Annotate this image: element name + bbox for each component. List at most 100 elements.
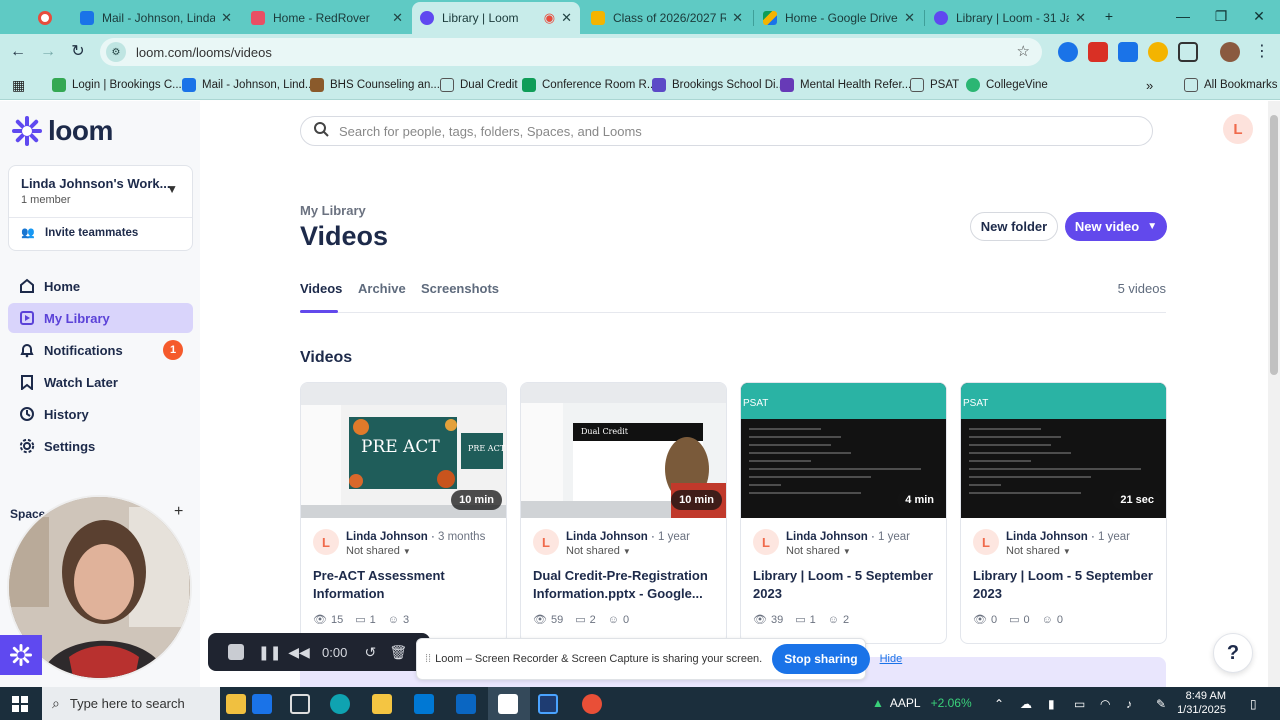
tab-archive[interactable]: Archive bbox=[358, 281, 406, 296]
close-icon[interactable]: ✕ bbox=[392, 10, 403, 26]
browser-tab-class-registration[interactable]: Class of 2026/2027 Regis ✕ bbox=[583, 4, 751, 32]
restart-icon[interactable]: ↺ bbox=[359, 644, 381, 661]
bookmark-item[interactable]: Mental Health Refer... bbox=[780, 76, 911, 94]
new-video-button[interactable]: New video ▼ bbox=[1065, 212, 1167, 241]
loom-logo[interactable]: loom bbox=[12, 115, 113, 147]
notepad-icon[interactable] bbox=[498, 694, 518, 714]
all-bookmarks[interactable]: All Bookmarks bbox=[1184, 76, 1278, 94]
mail-icon[interactable] bbox=[456, 694, 476, 714]
tab-screenshots[interactable]: Screenshots bbox=[421, 281, 499, 296]
sidebar-item-watch-later[interactable]: Watch Later bbox=[8, 367, 193, 397]
share-status-dropdown[interactable]: Not shared ▼ bbox=[346, 545, 411, 557]
video-title[interactable]: Library | Loom - 5 September 2023 bbox=[973, 567, 1158, 603]
video-thumbnail[interactable]: PSAT 4 min bbox=[741, 383, 946, 518]
store-icon[interactable] bbox=[414, 694, 434, 714]
close-icon[interactable]: ✕ bbox=[904, 10, 915, 26]
close-icon[interactable]: ✕ bbox=[561, 10, 572, 26]
video-card[interactable]: Dual Credit 10 min L Linda Johnson · 1 y… bbox=[520, 382, 727, 644]
scrollbar[interactable] bbox=[1268, 101, 1280, 687]
taskbar-search[interactable]: ⌕ Type here to search bbox=[42, 687, 220, 720]
video-card[interactable]: PRE ACT PRE ACT 10 min L Linda Johnson ·… bbox=[300, 382, 507, 644]
task-view-icon[interactable] bbox=[290, 694, 310, 714]
share-status-dropdown[interactable]: Not shared ▼ bbox=[1006, 545, 1071, 557]
pencil-app-icon[interactable] bbox=[226, 694, 246, 714]
sidebar-item-my-library[interactable]: My Library bbox=[8, 303, 193, 333]
chevron-up-icon[interactable]: ⌃ bbox=[994, 697, 1004, 711]
wifi-icon[interactable]: ◠ bbox=[1100, 697, 1110, 711]
close-icon[interactable]: ✕ bbox=[221, 10, 232, 26]
video-card[interactable]: PSAT 21 sec L Linda Johnson · 1 year Not… bbox=[960, 382, 1167, 644]
volume-icon[interactable]: ♪ bbox=[1126, 697, 1132, 711]
maximize-icon[interactable]: ❐ bbox=[1206, 4, 1236, 28]
sidebar-item-history[interactable]: History bbox=[8, 399, 193, 429]
workspace-card[interactable]: Linda Johnson's Work... 1 member ▼ 👥 Inv… bbox=[8, 165, 193, 251]
bookmark-item[interactable]: Brookings School Di... bbox=[652, 76, 785, 94]
browser-tab-mail[interactable]: Mail - Johnson, Linda (Br ✕ bbox=[72, 4, 240, 32]
menu-kebab-icon[interactable]: ⋮ bbox=[1250, 40, 1274, 64]
help-button[interactable]: ? bbox=[1213, 633, 1253, 673]
bookmark-item[interactable]: PSAT bbox=[910, 76, 959, 94]
add-space-icon[interactable]: + bbox=[174, 503, 183, 521]
search-bar[interactable]: Search for people, tags, folders, Spaces… bbox=[300, 116, 1153, 146]
extension-icon[interactable] bbox=[1148, 42, 1168, 62]
video-title[interactable]: Library | Loom - 5 September 2023 bbox=[753, 567, 938, 603]
pen-icon[interactable]: ✎ bbox=[1156, 697, 1166, 711]
chrome-icon[interactable] bbox=[582, 694, 602, 714]
stock-widget[interactable]: ▲ AAPL +2.06% bbox=[872, 696, 972, 710]
pause-icon[interactable]: ❚❚ bbox=[258, 644, 281, 661]
close-icon[interactable]: ✕ bbox=[732, 10, 743, 26]
battery-icon[interactable]: ▭ bbox=[1074, 697, 1085, 711]
video-title[interactable]: Dual Credit-Pre-Registration Information… bbox=[533, 567, 718, 603]
share-status-dropdown[interactable]: Not shared ▼ bbox=[786, 545, 851, 557]
video-title[interactable]: Pre-ACT Assessment Information bbox=[313, 567, 498, 603]
video-card[interactable]: PSAT 4 min L Linda Johnson · 1 year Not … bbox=[740, 382, 947, 644]
url-text[interactable]: loom.com/looms/videos bbox=[136, 45, 272, 60]
trash-icon[interactable]: 🗑 bbox=[387, 644, 409, 661]
taskbar-clock[interactable]: 8:49 AM 1/31/2025 bbox=[1170, 689, 1226, 717]
extension-icon[interactable] bbox=[1058, 42, 1078, 62]
bookmark-item[interactable]: CollegeVine bbox=[966, 76, 1048, 94]
apps-grid-icon[interactable]: ▦ bbox=[12, 76, 25, 94]
bookmark-item[interactable]: Conference Room R... bbox=[522, 76, 656, 94]
extensions-puzzle-icon[interactable] bbox=[1178, 42, 1198, 62]
bookmark-item[interactable]: Dual Credit bbox=[440, 76, 518, 94]
browser-tab-redrover[interactable]: Home - RedRover ✕ bbox=[243, 4, 411, 32]
cloud-icon[interactable]: ☁ bbox=[1020, 697, 1032, 711]
video-thumbnail[interactable]: Dual Credit 10 min bbox=[521, 383, 726, 518]
close-icon[interactable]: ✕ bbox=[1075, 10, 1086, 26]
sidebar-item-settings[interactable]: Settings bbox=[8, 431, 193, 461]
app-icon[interactable] bbox=[538, 694, 558, 714]
video-thumbnail[interactable]: PRE ACT PRE ACT 10 min bbox=[301, 383, 506, 518]
minimize-icon[interactable]: — bbox=[1168, 4, 1198, 28]
browser-tab-recording[interactable] bbox=[30, 4, 70, 32]
app-icon[interactable] bbox=[252, 694, 272, 714]
user-avatar[interactable]: L bbox=[1223, 114, 1253, 144]
site-info-icon[interactable]: ⚙ bbox=[106, 42, 126, 62]
sidebar-item-notifications[interactable]: Notifications 1 bbox=[8, 335, 193, 365]
bookmark-item[interactable]: Login | Brookings C... bbox=[52, 76, 182, 94]
new-tab-button[interactable]: + bbox=[1094, 4, 1124, 28]
windows-start-icon[interactable] bbox=[12, 696, 28, 712]
reload-icon[interactable]: ↻ bbox=[66, 40, 90, 64]
rewind-icon[interactable]: ◀◀ bbox=[288, 644, 310, 661]
breadcrumb[interactable]: My Library bbox=[300, 203, 366, 218]
profile-avatar[interactable] bbox=[1220, 42, 1240, 62]
bookmark-item[interactable]: Mail - Johnson, Lind... bbox=[182, 76, 315, 94]
invite-teammates-button[interactable]: 👥 Invite teammates bbox=[21, 226, 138, 240]
stop-sharing-button[interactable]: Stop sharing bbox=[772, 644, 870, 674]
notification-center-icon[interactable]: ▯ bbox=[1250, 697, 1257, 711]
browser-tab-loom-jan[interactable]: Library | Loom - 31 Janua ✕ bbox=[926, 4, 1094, 32]
scrollbar-thumb[interactable] bbox=[1270, 115, 1278, 375]
video-thumbnail[interactable]: PSAT 21 sec bbox=[961, 383, 1166, 518]
browser-tab-loom-active[interactable]: Library | Loom ◉ ✕ bbox=[412, 2, 580, 34]
pdf-extension-icon[interactable] bbox=[1088, 42, 1108, 62]
browser-tab-google-drive[interactable]: Home - Google Drive ✕ bbox=[755, 4, 923, 32]
usb-icon[interactable]: ▮ bbox=[1048, 697, 1055, 711]
tab-videos[interactable]: Videos bbox=[300, 281, 342, 296]
back-icon[interactable]: ← bbox=[6, 40, 30, 64]
edge-icon[interactable] bbox=[330, 694, 350, 714]
hide-link[interactable]: Hide bbox=[880, 653, 903, 665]
more-bookmarks-icon[interactable]: » bbox=[1146, 76, 1153, 94]
sidebar-item-home[interactable]: Home bbox=[8, 271, 193, 301]
file-explorer-icon[interactable] bbox=[372, 694, 392, 714]
